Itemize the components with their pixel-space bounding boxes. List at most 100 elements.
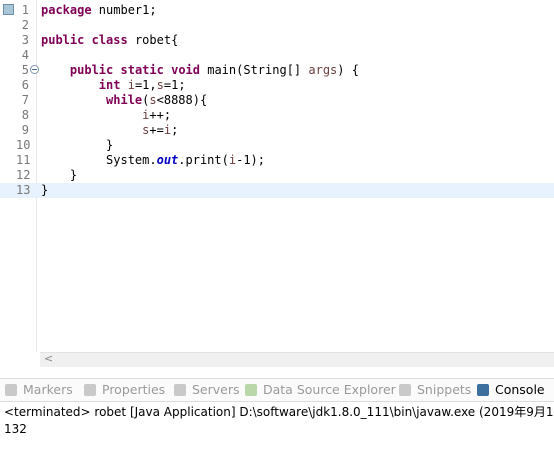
code-text: package number1;: [41, 3, 157, 18]
code-line[interactable]: 5 public static void main(String[] args)…: [0, 63, 554, 78]
code-token: robet{: [127, 33, 179, 47]
code-token: }: [41, 138, 114, 152]
line-number: 9: [21, 123, 29, 137]
line-number: 7: [21, 93, 29, 107]
tab-snippets[interactable]: Snippets: [399, 379, 471, 401]
code-token: =1,: [134, 78, 157, 92]
horizontal-scrollbar[interactable]: <: [40, 352, 554, 367]
line-number: 10: [16, 138, 31, 152]
tab-servers[interactable]: Servers: [174, 379, 240, 401]
code-text: }: [41, 168, 77, 183]
code-token: i: [163, 123, 172, 137]
line-number: 1: [21, 3, 29, 17]
code-token: main(String[]: [200, 63, 309, 77]
console-status-line: <terminated> robet [Java Application] D:…: [4, 405, 554, 419]
code-token: <8888){: [156, 93, 208, 107]
views-tab-bar: Markers Properties Servers Data Source Expl…: [0, 378, 554, 402]
code-line[interactable]: 3 public class robet{: [0, 33, 554, 48]
tab-console[interactable]: Console: [477, 379, 545, 401]
code-text: public static void main(String[] args) {: [41, 63, 359, 78]
code-line[interactable]: 13}: [0, 183, 554, 198]
tab-label: Snippets: [417, 382, 472, 397]
code-token: -1);: [236, 153, 265, 167]
code-token: void: [171, 63, 200, 77]
code-token: System.: [41, 153, 157, 167]
code-token: s: [156, 78, 164, 92]
line-number: 8: [21, 108, 29, 122]
tab-markers[interactable]: Markers: [5, 379, 73, 401]
line-number: 6: [21, 78, 29, 92]
code-line[interactable]: 10 }: [0, 138, 554, 153]
code-text: public class robet{: [41, 33, 178, 48]
tab-label: Console: [495, 382, 545, 397]
code-line[interactable]: 12 }: [0, 168, 554, 183]
code-token: }: [41, 168, 78, 182]
servers-icon: [174, 384, 186, 396]
code-text: i++;: [41, 108, 171, 123]
code-token: ;: [171, 123, 179, 137]
snippets-icon: [399, 384, 411, 396]
line-number: 3: [21, 33, 29, 47]
tab-properties[interactable]: Properties: [84, 379, 165, 401]
tab-label: Data Source Explorer: [263, 382, 396, 397]
code-text: System.out.print(i-1);: [41, 153, 265, 168]
tab-data-source-explorer[interactable]: Data Source Explorer: [245, 379, 396, 401]
code-token: i: [228, 153, 237, 167]
code-text: int i=1,s=1;: [41, 78, 186, 93]
code-token: args: [308, 63, 338, 77]
code-line[interactable]: 1 package number1;: [0, 3, 554, 18]
code-text: s+=i;: [41, 123, 178, 138]
line-number: 5: [21, 63, 29, 77]
code-token: int: [98, 78, 121, 92]
code-token: number1;: [91, 3, 157, 17]
code-token: +=: [149, 123, 164, 137]
code-token: package: [41, 3, 92, 17]
code-line[interactable]: 11 System.out.print(i-1);: [0, 153, 554, 168]
code-line[interactable]: 8 i++;: [0, 108, 554, 123]
code-token: while: [106, 93, 143, 107]
markers-icon: [5, 384, 17, 396]
code-token: static: [120, 63, 164, 77]
code-text: }: [41, 138, 113, 153]
code-line[interactable]: 7 while(s<8888){: [0, 93, 554, 108]
code-token: public: [69, 63, 114, 77]
data-source-explorer-icon: [245, 384, 257, 396]
code-text: while(s<8888){: [41, 93, 207, 108]
code-token: public: [41, 33, 85, 47]
code-token: }: [41, 183, 49, 197]
code-token: =1;: [163, 78, 186, 92]
code-token: ++;: [149, 108, 172, 122]
console-output: 132: [4, 422, 27, 436]
line-number: 13: [16, 183, 31, 197]
line-number: 11: [16, 153, 31, 167]
properties-icon: [84, 384, 96, 396]
code-line[interactable]: 2: [0, 18, 554, 33]
tab-label: Properties: [102, 382, 166, 397]
code-line[interactable]: 9 s+=i;: [0, 123, 554, 138]
code-token: ) {: [337, 63, 359, 77]
code-token: .print(: [178, 153, 229, 167]
scroll-left-arrow[interactable]: <: [44, 352, 53, 365]
tab-label: Servers: [192, 382, 240, 397]
code-line[interactable]: 6 int i=1,s=1;: [0, 78, 554, 93]
code-line[interactable]: 4: [0, 48, 554, 63]
tab-label: Markers: [23, 382, 73, 397]
code-editor[interactable]: 1 package number1; 2 3 public class robet{ 4 5…: [0, 0, 554, 352]
line-number: 12: [16, 168, 31, 182]
console-panel: <terminated> robet [Java Application] D:…: [0, 402, 554, 453]
code-token: s: [149, 93, 157, 107]
line-number: 4: [21, 48, 29, 62]
code-text: }: [41, 183, 48, 198]
code-token: out: [156, 153, 179, 167]
code-token: class: [91, 33, 128, 47]
line-number: 2: [21, 18, 29, 32]
